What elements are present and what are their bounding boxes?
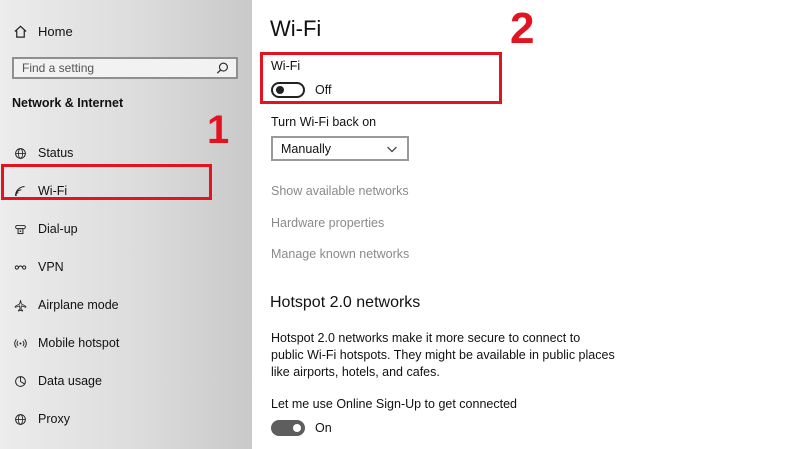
turn-back-on-dropdown[interactable]: Manually bbox=[271, 136, 409, 161]
annotation-highlight-wifi-nav bbox=[1, 164, 212, 200]
sidebar-item-data-usage[interactable]: Data usage bbox=[0, 362, 252, 400]
sidebar-item-label: Dial-up bbox=[38, 222, 78, 236]
toggle-knob bbox=[293, 424, 301, 432]
phone-icon bbox=[12, 221, 28, 237]
online-signup-toggle-state: On bbox=[315, 421, 332, 435]
vpn-icon bbox=[12, 259, 28, 275]
turn-back-on-label: Turn Wi-Fi back on bbox=[271, 115, 377, 129]
online-signup-toggle-row: On bbox=[271, 420, 332, 436]
sidebar-item-label: Status bbox=[38, 146, 74, 160]
globe-icon bbox=[12, 145, 28, 161]
wifi-toggle-label: Wi-Fi bbox=[271, 59, 301, 73]
dropdown-value: Manually bbox=[281, 141, 332, 156]
sidebar-item-dial-up[interactable]: Dial-up bbox=[0, 210, 252, 248]
home-icon bbox=[12, 23, 28, 39]
chevron-down-icon bbox=[384, 141, 400, 157]
show-available-networks-link[interactable]: Show available networks bbox=[271, 184, 409, 198]
section-title: Network & Internet bbox=[12, 96, 124, 110]
sidebar-item-label: Data usage bbox=[38, 374, 102, 388]
data-usage-icon bbox=[12, 373, 28, 389]
sidebar-item-proxy[interactable]: Proxy bbox=[0, 400, 252, 438]
wifi-toggle-row: Off bbox=[271, 82, 331, 98]
sidebar-item-label: Airplane mode bbox=[38, 298, 119, 312]
main-content: Wi-Fi 2 Wi-Fi Off Turn Wi-Fi back on Man… bbox=[252, 0, 800, 449]
sidebar-item-airplane-mode[interactable]: Airplane mode bbox=[0, 286, 252, 324]
sidebar: Home Network & Internet Status Wi-Fi Dia… bbox=[0, 0, 252, 449]
sidebar-item-mobile-hotspot[interactable]: Mobile hotspot bbox=[0, 324, 252, 362]
hotspot-section-title: Hotspot 2.0 networks bbox=[270, 294, 421, 311]
hotspot-icon bbox=[12, 335, 28, 351]
manage-known-networks-link[interactable]: Manage known networks bbox=[271, 247, 409, 261]
hotspot-description: Hotspot 2.0 networks make it more secure… bbox=[271, 331, 615, 379]
toggle-knob bbox=[276, 86, 284, 94]
globe-icon bbox=[12, 411, 28, 427]
wifi-toggle-switch[interactable] bbox=[271, 82, 305, 98]
online-signup-toggle-switch[interactable] bbox=[271, 420, 305, 436]
sidebar-item-vpn[interactable]: VPN bbox=[0, 248, 252, 286]
wifi-toggle-state: Off bbox=[315, 83, 332, 97]
page-title: Wi-Fi bbox=[270, 16, 322, 41]
annotation-marker-2: 2 bbox=[510, 4, 535, 53]
search-icon[interactable] bbox=[214, 60, 230, 76]
search-box[interactable] bbox=[12, 57, 238, 79]
airplane-icon bbox=[12, 297, 28, 313]
home-label: Home bbox=[38, 23, 73, 39]
online-signup-label: Let me use Online Sign-Up to get connect… bbox=[271, 397, 517, 411]
home-nav-item[interactable]: Home bbox=[12, 22, 73, 40]
sidebar-item-label: VPN bbox=[38, 260, 64, 274]
hardware-properties-link[interactable]: Hardware properties bbox=[271, 216, 384, 230]
sidebar-item-label: Mobile hotspot bbox=[38, 336, 120, 350]
search-input[interactable] bbox=[22, 61, 202, 75]
annotation-marker-1: 1 bbox=[207, 108, 230, 152]
sidebar-item-label: Proxy bbox=[38, 412, 70, 426]
